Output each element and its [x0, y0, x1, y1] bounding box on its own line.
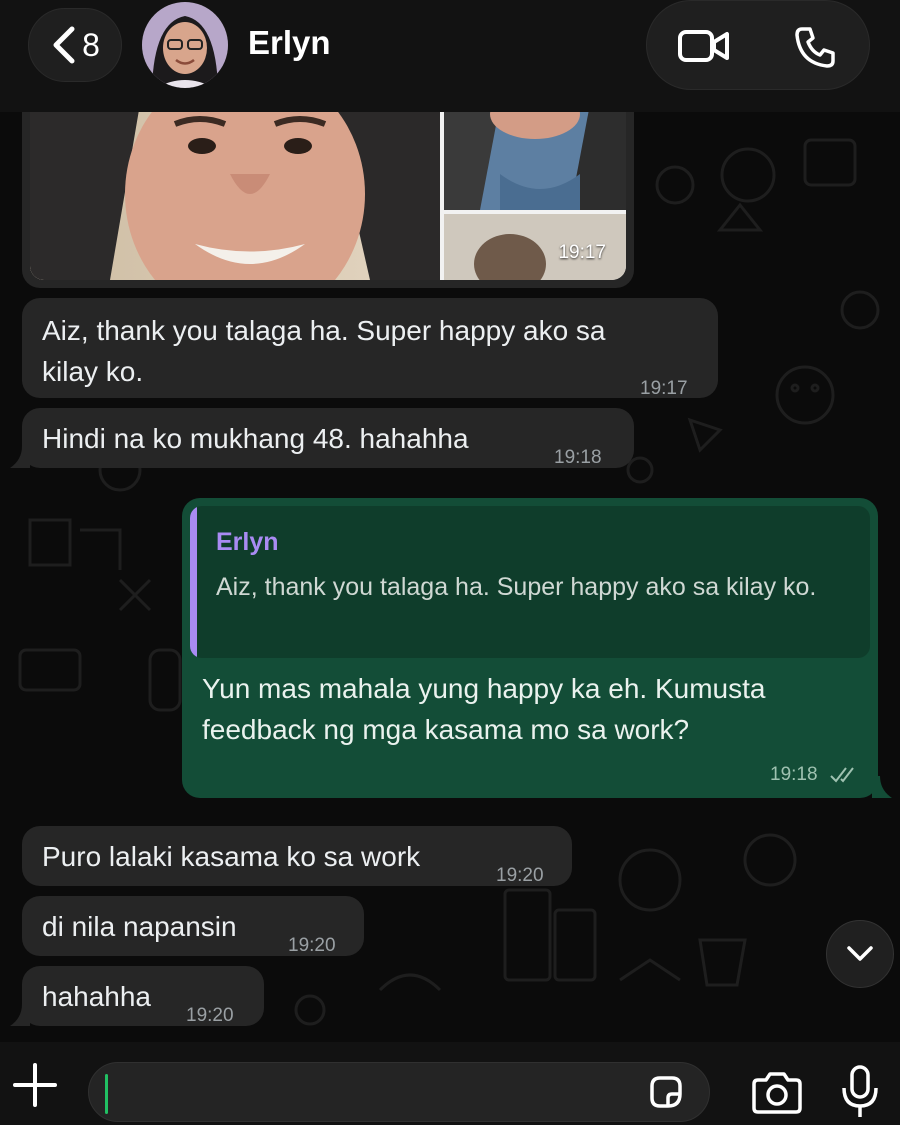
- text-caret: [105, 1074, 108, 1114]
- message-text: Hindi na ko mukhang 48. hahahha: [42, 423, 469, 454]
- incoming-message[interactable]: Puro lalaki kasama ko sa work 19:20: [22, 826, 572, 886]
- message-time: 19:20: [496, 865, 544, 886]
- scroll-to-bottom-button[interactable]: [826, 920, 894, 988]
- contact-name[interactable]: Erlyn: [248, 24, 331, 62]
- sticker-icon[interactable]: [646, 1072, 686, 1112]
- outgoing-reply-message[interactable]: Erlyn Aiz, thank you talaga ha. Super ha…: [182, 498, 878, 798]
- quoted-text: Aiz, thank you talaga ha. Super happy ak…: [216, 573, 817, 601]
- message-time: 19:20: [186, 1005, 234, 1026]
- double-check-read-icon: [830, 767, 854, 783]
- chevron-left-icon: [53, 26, 75, 64]
- message-input[interactable]: [88, 1062, 710, 1122]
- message-time: 19:20: [288, 935, 336, 956]
- phone-call-icon[interactable]: [793, 25, 837, 69]
- bubble-tail: [872, 776, 892, 798]
- quoted-sender-name: Erlyn: [216, 528, 279, 556]
- incoming-message[interactable]: Hindi na ko mukhang 48. hahahha 19:18: [22, 408, 634, 468]
- chat-header: 8 Erlyn: [0, 0, 900, 112]
- bubble-tail: [10, 446, 30, 468]
- incoming-message[interactable]: di nila napansin 19:20: [22, 896, 364, 956]
- message-text: Puro lalaki kasama ko sa work: [42, 841, 421, 872]
- quoted-message[interactable]: Erlyn Aiz, thank you talaga ha. Super ha…: [190, 506, 870, 658]
- call-actions: [646, 0, 870, 90]
- photo-collage[interactable]: 19:17: [30, 104, 626, 280]
- photo-collage-image: [30, 104, 626, 280]
- message-text: Yun mas mahala yung happy ka eh. Kumusta…: [202, 673, 766, 745]
- bubble-tail: [10, 1004, 30, 1026]
- message-time: 19:18: [554, 447, 602, 468]
- video-call-icon[interactable]: [677, 27, 731, 65]
- quote-accent-bar: [190, 506, 197, 658]
- message-text: Aiz, thank you talaga ha. Super happy ak…: [42, 315, 606, 387]
- back-button[interactable]: 8: [28, 8, 122, 82]
- incoming-message[interactable]: Aiz, thank you talaga ha. Super happy ak…: [22, 298, 718, 399]
- chevron-down-icon: [847, 946, 873, 961]
- message-time: 19:17: [640, 378, 688, 399]
- media-message[interactable]: 19:17: [22, 104, 634, 288]
- message-time: 19:18: [770, 764, 818, 785]
- message-time: 19:17: [558, 242, 606, 263]
- message-composer: [0, 1042, 900, 1125]
- unread-count: 8: [82, 26, 100, 63]
- incoming-message[interactable]: hahahha 19:20: [22, 966, 264, 1026]
- plus-icon[interactable]: [12, 1062, 58, 1108]
- avatar[interactable]: [142, 2, 228, 88]
- microphone-icon[interactable]: [840, 1064, 880, 1120]
- avatar-image: [142, 2, 228, 88]
- camera-icon[interactable]: [750, 1070, 804, 1116]
